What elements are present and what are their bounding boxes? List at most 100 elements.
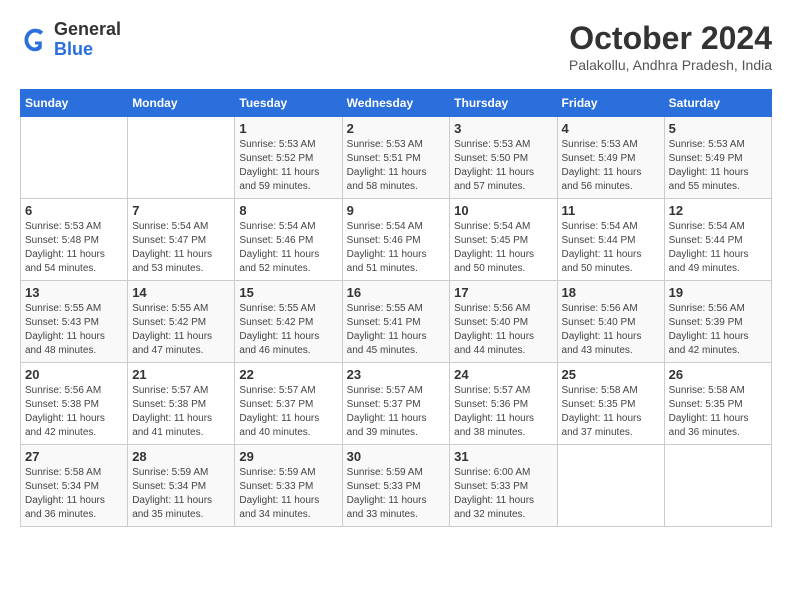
calendar-cell	[128, 117, 235, 199]
calendar-cell: 28 Sunrise: 5:59 AM Sunset: 5:34 PM Dayli…	[128, 445, 235, 527]
calendar-cell: 21 Sunrise: 5:57 AM Sunset: 5:38 PM Dayli…	[128, 363, 235, 445]
day-info: Sunrise: 5:58 AM Sunset: 5:35 PM Dayligh…	[562, 384, 660, 440]
calendar-cell: 8 Sunrise: 5:54 AM Sunset: 5:46 PM Daylig…	[235, 199, 342, 281]
day-number: 16	[347, 285, 446, 300]
calendar-cell: 5 Sunrise: 5:53 AM Sunset: 5:49 PM Daylig…	[664, 117, 771, 199]
day-number: 2	[347, 121, 446, 136]
calendar-cell: 20 Sunrise: 5:56 AM Sunset: 5:38 PM Dayli…	[21, 363, 128, 445]
day-info: Sunrise: 6:00 AM Sunset: 5:33 PM Dayligh…	[454, 466, 552, 522]
day-number: 13	[25, 285, 123, 300]
day-number: 10	[454, 203, 552, 218]
calendar-cell: 9 Sunrise: 5:54 AM Sunset: 5:46 PM Daylig…	[342, 199, 450, 281]
calendar-table: SundayMondayTuesdayWednesdayThursdayFrid…	[20, 89, 772, 527]
day-number: 18	[562, 285, 660, 300]
day-info: Sunrise: 5:53 AM Sunset: 5:49 PM Dayligh…	[669, 138, 767, 194]
title-block: October 2024 Palakollu, Andhra Pradesh, …	[569, 20, 772, 73]
day-info: Sunrise: 5:57 AM Sunset: 5:38 PM Dayligh…	[132, 384, 230, 440]
month-title: October 2024	[569, 20, 772, 57]
calendar-week-2: 6 Sunrise: 5:53 AM Sunset: 5:48 PM Daylig…	[21, 199, 772, 281]
day-number: 20	[25, 367, 123, 382]
day-info: Sunrise: 5:53 AM Sunset: 5:51 PM Dayligh…	[347, 138, 446, 194]
calendar-cell: 14 Sunrise: 5:55 AM Sunset: 5:42 PM Dayli…	[128, 281, 235, 363]
calendar-cell: 3Sunrise: 5:53 AM Sunset: 5:50 PM Daylig…	[450, 117, 557, 199]
day-info: Sunrise: 5:58 AM Sunset: 5:35 PM Dayligh…	[669, 384, 767, 440]
calendar-cell: 22 Sunrise: 5:57 AM Sunset: 5:37 PM Dayli…	[235, 363, 342, 445]
col-header-monday: Monday	[128, 90, 235, 117]
calendar-cell: 13 Sunrise: 5:55 AM Sunset: 5:43 PM Dayli…	[21, 281, 128, 363]
day-number: 15	[239, 285, 337, 300]
day-info: Sunrise: 5:55 AM Sunset: 5:41 PM Dayligh…	[347, 302, 446, 358]
col-header-thursday: Thursday	[450, 90, 557, 117]
day-number: 28	[132, 449, 230, 464]
day-info: Sunrise: 5:54 AM Sunset: 5:46 PM Dayligh…	[347, 220, 446, 276]
day-number: 31	[454, 449, 552, 464]
day-info: Sunrise: 5:59 AM Sunset: 5:34 PM Dayligh…	[132, 466, 230, 522]
page-header: General Blue October 2024 Palakollu, And…	[20, 20, 772, 73]
logo-line1: General	[54, 20, 121, 40]
day-number: 7	[132, 203, 230, 218]
calendar-cell: 11Sunrise: 5:54 AM Sunset: 5:44 PM Dayli…	[557, 199, 664, 281]
day-number: 19	[669, 285, 767, 300]
day-number: 14	[132, 285, 230, 300]
day-number: 9	[347, 203, 446, 218]
day-info: Sunrise: 5:55 AM Sunset: 5:43 PM Dayligh…	[25, 302, 123, 358]
calendar-cell	[664, 445, 771, 527]
day-number: 8	[239, 203, 337, 218]
calendar-cell: 1Sunrise: 5:53 AM Sunset: 5:52 PM Daylig…	[235, 117, 342, 199]
day-info: Sunrise: 5:54 AM Sunset: 5:45 PM Dayligh…	[454, 220, 552, 276]
day-info: Sunrise: 5:59 AM Sunset: 5:33 PM Dayligh…	[347, 466, 446, 522]
calendar-cell: 24Sunrise: 5:57 AM Sunset: 5:36 PM Dayli…	[450, 363, 557, 445]
calendar-cell: 17Sunrise: 5:56 AM Sunset: 5:40 PM Dayli…	[450, 281, 557, 363]
day-info: Sunrise: 5:54 AM Sunset: 5:47 PM Dayligh…	[132, 220, 230, 276]
day-info: Sunrise: 5:56 AM Sunset: 5:40 PM Dayligh…	[562, 302, 660, 358]
day-number: 6	[25, 203, 123, 218]
calendar-cell: 12Sunrise: 5:54 AM Sunset: 5:44 PM Dayli…	[664, 199, 771, 281]
calendar-cell: 15 Sunrise: 5:55 AM Sunset: 5:42 PM Dayli…	[235, 281, 342, 363]
calendar-cell: 31 Sunrise: 6:00 AM Sunset: 5:33 PM Dayli…	[450, 445, 557, 527]
day-info: Sunrise: 5:53 AM Sunset: 5:48 PM Dayligh…	[25, 220, 123, 276]
day-info: Sunrise: 5:54 AM Sunset: 5:44 PM Dayligh…	[562, 220, 660, 276]
day-number: 22	[239, 367, 337, 382]
calendar-week-3: 13 Sunrise: 5:55 AM Sunset: 5:43 PM Dayli…	[21, 281, 772, 363]
day-info: Sunrise: 5:56 AM Sunset: 5:38 PM Dayligh…	[25, 384, 123, 440]
calendar-cell: 18 Sunrise: 5:56 AM Sunset: 5:40 PM Dayli…	[557, 281, 664, 363]
location: Palakollu, Andhra Pradesh, India	[569, 57, 772, 73]
day-number: 21	[132, 367, 230, 382]
day-info: Sunrise: 5:57 AM Sunset: 5:37 PM Dayligh…	[347, 384, 446, 440]
day-number: 3	[454, 121, 552, 136]
day-info: Sunrise: 5:58 AM Sunset: 5:34 PM Dayligh…	[25, 466, 123, 522]
day-number: 25	[562, 367, 660, 382]
calendar-cell: 26 Sunrise: 5:58 AM Sunset: 5:35 PM Dayli…	[664, 363, 771, 445]
day-info: Sunrise: 5:53 AM Sunset: 5:49 PM Dayligh…	[562, 138, 660, 194]
col-header-wednesday: Wednesday	[342, 90, 450, 117]
day-info: Sunrise: 5:55 AM Sunset: 5:42 PM Dayligh…	[239, 302, 337, 358]
day-info: Sunrise: 5:54 AM Sunset: 5:46 PM Dayligh…	[239, 220, 337, 276]
day-info: Sunrise: 5:55 AM Sunset: 5:42 PM Dayligh…	[132, 302, 230, 358]
calendar-cell	[557, 445, 664, 527]
day-info: Sunrise: 5:53 AM Sunset: 5:52 PM Dayligh…	[239, 138, 337, 194]
day-number: 4	[562, 121, 660, 136]
day-number: 23	[347, 367, 446, 382]
col-header-saturday: Saturday	[664, 90, 771, 117]
calendar-header: SundayMondayTuesdayWednesdayThursdayFrid…	[21, 90, 772, 117]
col-header-tuesday: Tuesday	[235, 90, 342, 117]
calendar-cell: 10 Sunrise: 5:54 AM Sunset: 5:45 PM Dayli…	[450, 199, 557, 281]
day-number: 27	[25, 449, 123, 464]
day-info: Sunrise: 5:57 AM Sunset: 5:36 PM Dayligh…	[454, 384, 552, 440]
calendar-cell: 4 Sunrise: 5:53 AM Sunset: 5:49 PM Daylig…	[557, 117, 664, 199]
calendar-cell: 7 Sunrise: 5:54 AM Sunset: 5:47 PM Daylig…	[128, 199, 235, 281]
day-info: Sunrise: 5:57 AM Sunset: 5:37 PM Dayligh…	[239, 384, 337, 440]
calendar-week-5: 27 Sunrise: 5:58 AM Sunset: 5:34 PM Dayli…	[21, 445, 772, 527]
day-number: 29	[239, 449, 337, 464]
day-info: Sunrise: 5:56 AM Sunset: 5:40 PM Dayligh…	[454, 302, 552, 358]
day-number: 30	[347, 449, 446, 464]
calendar-cell: 23 Sunrise: 5:57 AM Sunset: 5:37 PM Dayli…	[342, 363, 450, 445]
calendar-cell: 16 Sunrise: 5:55 AM Sunset: 5:41 PM Dayli…	[342, 281, 450, 363]
day-info: Sunrise: 5:56 AM Sunset: 5:39 PM Dayligh…	[669, 302, 767, 358]
day-number: 5	[669, 121, 767, 136]
calendar-cell: 27 Sunrise: 5:58 AM Sunset: 5:34 PM Dayli…	[21, 445, 128, 527]
day-info: Sunrise: 5:54 AM Sunset: 5:44 PM Dayligh…	[669, 220, 767, 276]
calendar-cell: 2 Sunrise: 5:53 AM Sunset: 5:51 PM Daylig…	[342, 117, 450, 199]
col-header-sunday: Sunday	[21, 90, 128, 117]
day-number: 26	[669, 367, 767, 382]
